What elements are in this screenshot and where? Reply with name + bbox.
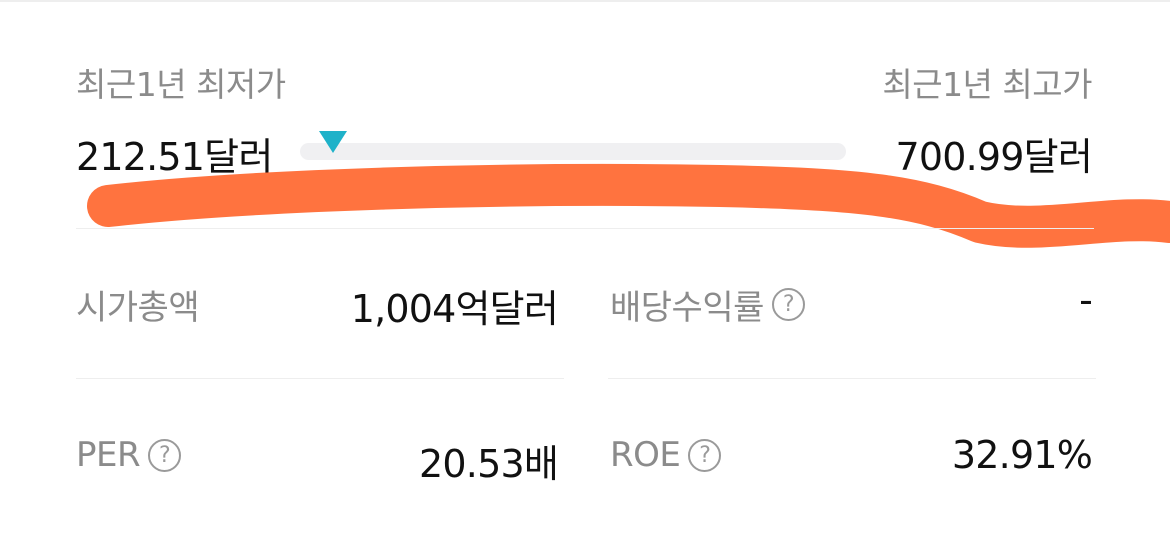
price-range-track [300,131,846,160]
roe-label: ROE ? [610,435,722,475]
year-low-label: 최근1년 최저가 [76,65,286,104]
dividend-yield-label: 배당수익률 ? [610,280,805,329]
year-high-label: 최근1년 최고가 [882,65,1092,104]
question-circle-icon[interactable]: ? [148,438,182,472]
market-cap-value: 1,004억달러 [350,287,559,331]
roe-label-text: ROE [610,435,681,475]
dividend-yield-value: - [1079,278,1093,322]
year-high-value: 700.99달러 [895,135,1093,179]
current-price-marker-icon [318,131,347,153]
per-label-text: PER [76,435,141,475]
roe-value: 32.91% [951,433,1093,477]
row-divider-left [76,378,564,379]
section-divider [76,228,1094,229]
per-value: 20.53배 [419,442,559,486]
question-circle-icon[interactable]: ? [688,438,722,472]
row-divider-right [608,378,1096,379]
year-low-value: 212.51달러 [76,135,273,179]
dividend-yield-label-text: 배당수익률 [610,288,764,328]
market-cap-label: 시가총액 [76,288,200,328]
per-label: PER ? [76,435,182,475]
question-circle-icon[interactable]: ? [771,288,805,321]
top-divider [0,0,1170,2]
